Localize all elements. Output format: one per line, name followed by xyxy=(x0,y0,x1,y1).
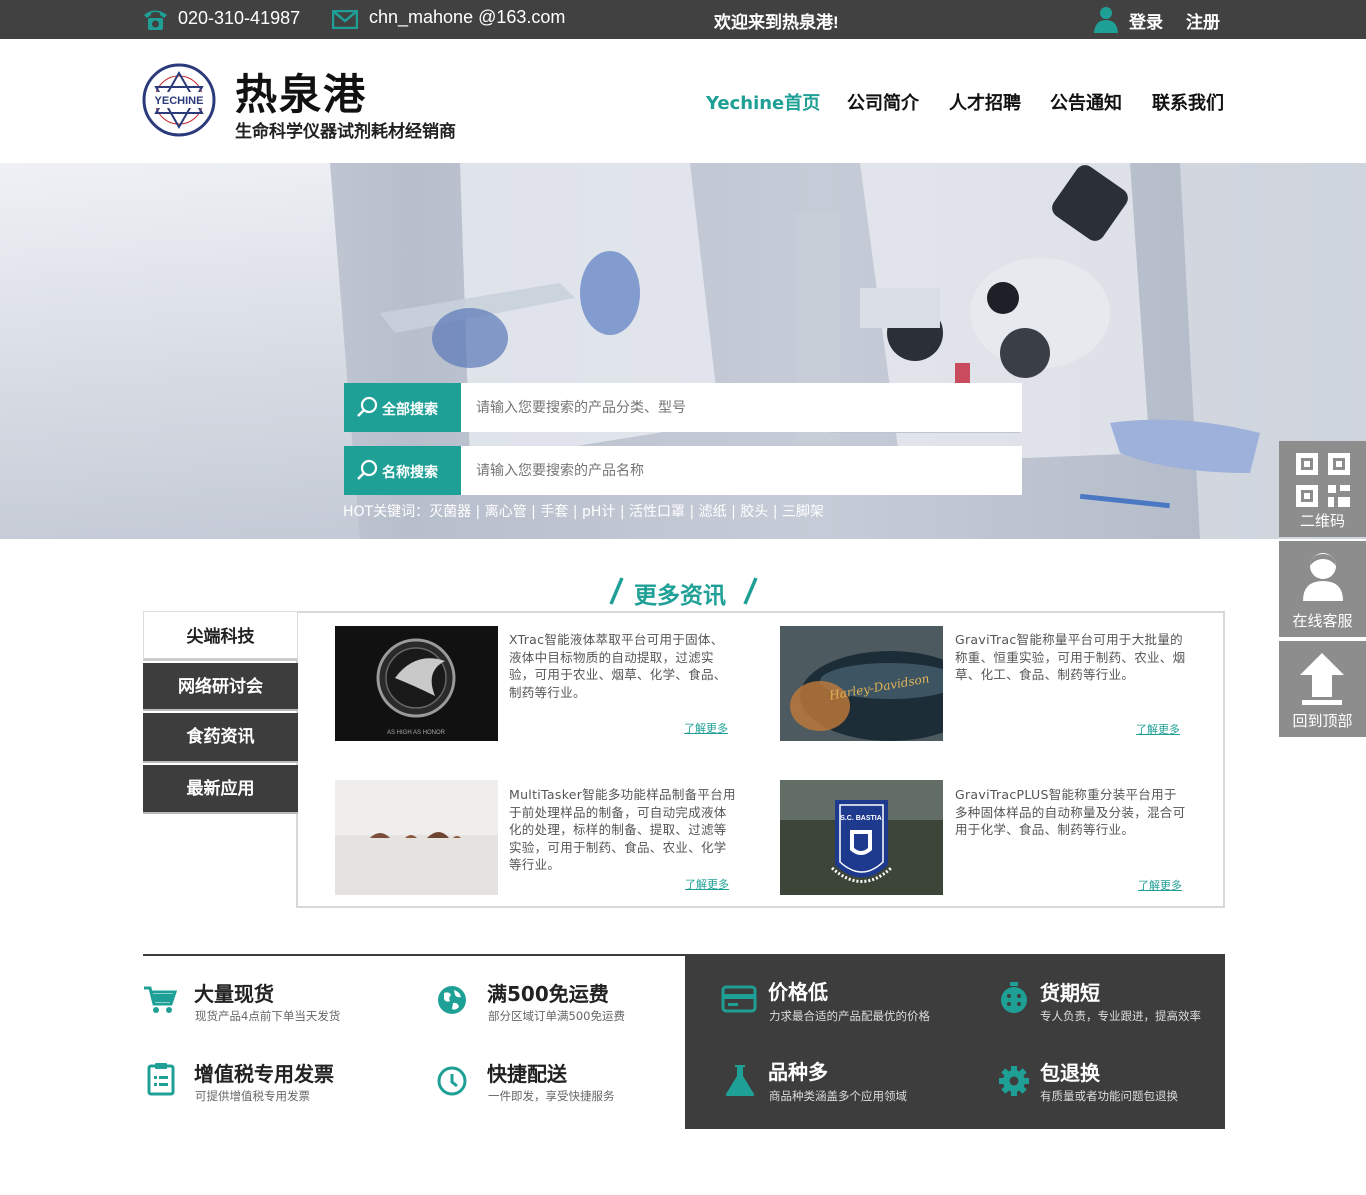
tab-webinar[interactable]: 网络研讨会 xyxy=(143,663,298,711)
email-address: chn_mahone @163.com xyxy=(369,7,566,27)
phone-number: 020-310-41987 xyxy=(178,8,301,28)
news-text: MultiTasker智能多功能样品制备平台用于前处理样品的制备，可自动完成液体… xyxy=(509,787,736,872)
image-caption: AS HIGH AS HONOR xyxy=(387,730,446,736)
hot-keyword[interactable]: 胶头 xyxy=(740,504,768,520)
features-divider xyxy=(143,954,685,956)
feature-subtitle: 力求最合适的产品配最优的价格 xyxy=(769,1009,930,1023)
qr-code-icon xyxy=(1296,453,1350,507)
sidebar-service-button[interactable]: 在线客服 xyxy=(1279,541,1366,637)
search-icon xyxy=(357,396,378,417)
hot-keyword[interactable]: 活性口罩 xyxy=(629,504,685,520)
name-search-label: 名称搜索 xyxy=(382,465,438,481)
nav-contact[interactable]: 联系我们 xyxy=(1152,89,1224,115)
feature-subtitle: 一件即发，享受快捷服务 xyxy=(488,1089,615,1103)
tab-latest-app[interactable]: 最新应用 xyxy=(143,765,298,814)
feature-subtitle: 商品种类涵盖多个应用领域 xyxy=(769,1089,907,1103)
name-search-box: 名称搜索 xyxy=(344,446,1022,495)
section-title-text: 更多资讯 xyxy=(634,583,726,609)
feature-title: 大量现货 xyxy=(194,982,274,1006)
learn-more-link[interactable]: 了解更多 xyxy=(1136,721,1180,737)
feature-title: 快捷配送 xyxy=(487,1062,567,1086)
globe-icon xyxy=(438,986,466,1014)
mail-icon xyxy=(332,10,358,29)
feature-subtitle: 专人负责，专业跟进，提高效率 xyxy=(1040,1009,1201,1023)
learn-more-link[interactable]: 了解更多 xyxy=(684,720,728,736)
welcome-text: 欢迎来到热泉港! xyxy=(714,13,839,32)
sidebar-qr-button[interactable]: 二维码 xyxy=(1279,441,1366,537)
sidebar-qr-label: 二维码 xyxy=(1299,512,1345,530)
nav-notices[interactable]: 公告通知 xyxy=(1050,89,1122,115)
news-text: GraviTrac智能称量平台可用于大批量的称重、恒重实验，可用于制药、农业、烟… xyxy=(955,632,1186,682)
card-icon xyxy=(721,985,757,1013)
news-image-emblem[interactable]: AS HIGH AS HONOR xyxy=(335,626,498,741)
news-image-pennant[interactable]: S.C. BASTIA xyxy=(780,780,943,895)
arrow-up-icon xyxy=(1300,653,1344,705)
feature-title: 包退换 xyxy=(1040,1061,1100,1085)
feature-title: 满500免运费 xyxy=(487,982,609,1006)
nav-about[interactable]: 公司简介 xyxy=(847,89,919,115)
company-logo[interactable]: YECHINE xyxy=(142,63,216,137)
phone-icon xyxy=(144,10,167,30)
learn-more-link[interactable]: 了解更多 xyxy=(1138,877,1182,893)
news-image-motorcycle[interactable]: Harley-Davidson xyxy=(780,626,943,741)
sidebar-service-label: 在线客服 xyxy=(1292,612,1353,630)
hot-keywords: HOT关键词：灭菌器 | 离心管 | 手套 | pH计 | 活性口罩 | 滤纸 … xyxy=(343,504,824,520)
hot-keyword[interactable]: 手套 xyxy=(540,504,568,520)
image-caption: S.C. BASTIA xyxy=(840,815,882,822)
brand-slogan: 生命科学仪器试剂耗材经销商 xyxy=(235,122,456,142)
all-search-label: 全部搜索 xyxy=(382,402,438,418)
cart-icon xyxy=(144,986,177,1013)
login-link[interactable]: 登录 xyxy=(1129,8,1163,33)
name-search-button[interactable]: 名称搜索 xyxy=(344,446,461,495)
feature-title: 货期短 xyxy=(1040,981,1100,1005)
slash-decoration xyxy=(609,577,624,605)
all-search-box: 全部搜索 xyxy=(344,383,1022,432)
learn-more-link[interactable]: 了解更多 xyxy=(685,876,729,892)
site-header: YECHINE 热泉港 生命科学仪器试剂耗材经销商 Yechine首页 公司简介… xyxy=(0,39,1366,163)
slash-decoration xyxy=(743,577,758,605)
feature-title: 价格低 xyxy=(768,980,828,1004)
feature-title: 品种多 xyxy=(768,1060,828,1084)
logo-text: YECHINE xyxy=(155,95,204,107)
feature-title: 增值税专用发票 xyxy=(194,1062,334,1086)
clipboard-icon xyxy=(147,1063,175,1096)
news-text: GraviTracPLUS智能称重分装平台用于多种固体样品的自动称量及分装，混合… xyxy=(955,787,1186,837)
user-icon xyxy=(1094,7,1118,33)
customer-service-icon xyxy=(1303,553,1343,601)
hot-keyword[interactable]: 灭菌器 xyxy=(429,504,471,520)
feature-subtitle: 可提供增值税专用发票 xyxy=(195,1089,310,1103)
feature-subtitle: 现货产品4点前下单当天发货 xyxy=(195,1009,341,1023)
news-image-rocks[interactable] xyxy=(335,780,498,895)
stopwatch-icon xyxy=(1001,982,1027,1013)
all-search-button[interactable]: 全部搜索 xyxy=(344,383,461,432)
search-icon xyxy=(357,459,378,480)
flask-icon xyxy=(725,1065,755,1096)
gear-icon xyxy=(999,1066,1029,1096)
section-title: 更多资讯 xyxy=(606,574,762,609)
hot-keyword[interactable]: 滤纸 xyxy=(699,504,727,520)
hot-keyword[interactable]: 离心管 xyxy=(485,504,527,520)
nav-home[interactable]: Yechine首页 xyxy=(706,89,820,115)
all-search-input[interactable] xyxy=(461,383,1022,432)
name-search-input[interactable] xyxy=(461,446,1022,495)
sidebar-top-label: 回到顶部 xyxy=(1292,712,1353,730)
hot-keyword[interactable]: 三脚架 xyxy=(782,504,824,520)
top-bar: 020-310-41987 chn_mahone @163.com 欢迎来到热泉… xyxy=(0,0,1366,39)
brand-name: 热泉港 xyxy=(235,70,368,119)
sidebar-top-button[interactable]: 回到顶部 xyxy=(1279,641,1366,737)
news-text: XTrac智能液体萃取平台可用于固体、液体中目标物质的自动提取，过滤实验，可用于… xyxy=(509,632,727,700)
hot-keywords-label: HOT关键词： xyxy=(343,504,430,520)
register-link[interactable]: 注册 xyxy=(1186,8,1220,33)
hero-banner: 全部搜索 名称搜索 HOT关键词：灭菌器 | 离心管 | 手套 | pH计 | … xyxy=(0,163,1366,539)
clock-icon xyxy=(437,1066,467,1096)
tab-tech[interactable]: 尖端科技 xyxy=(143,611,298,661)
feature-subtitle: 有质量或者功能问题包退换 xyxy=(1040,1089,1178,1103)
tab-food-drug[interactable]: 食药资讯 xyxy=(143,713,298,763)
nav-careers[interactable]: 人才招聘 xyxy=(949,89,1021,115)
hot-keyword[interactable]: pH计 xyxy=(582,504,615,520)
feature-subtitle: 部分区域订单满500免运费 xyxy=(488,1009,625,1023)
